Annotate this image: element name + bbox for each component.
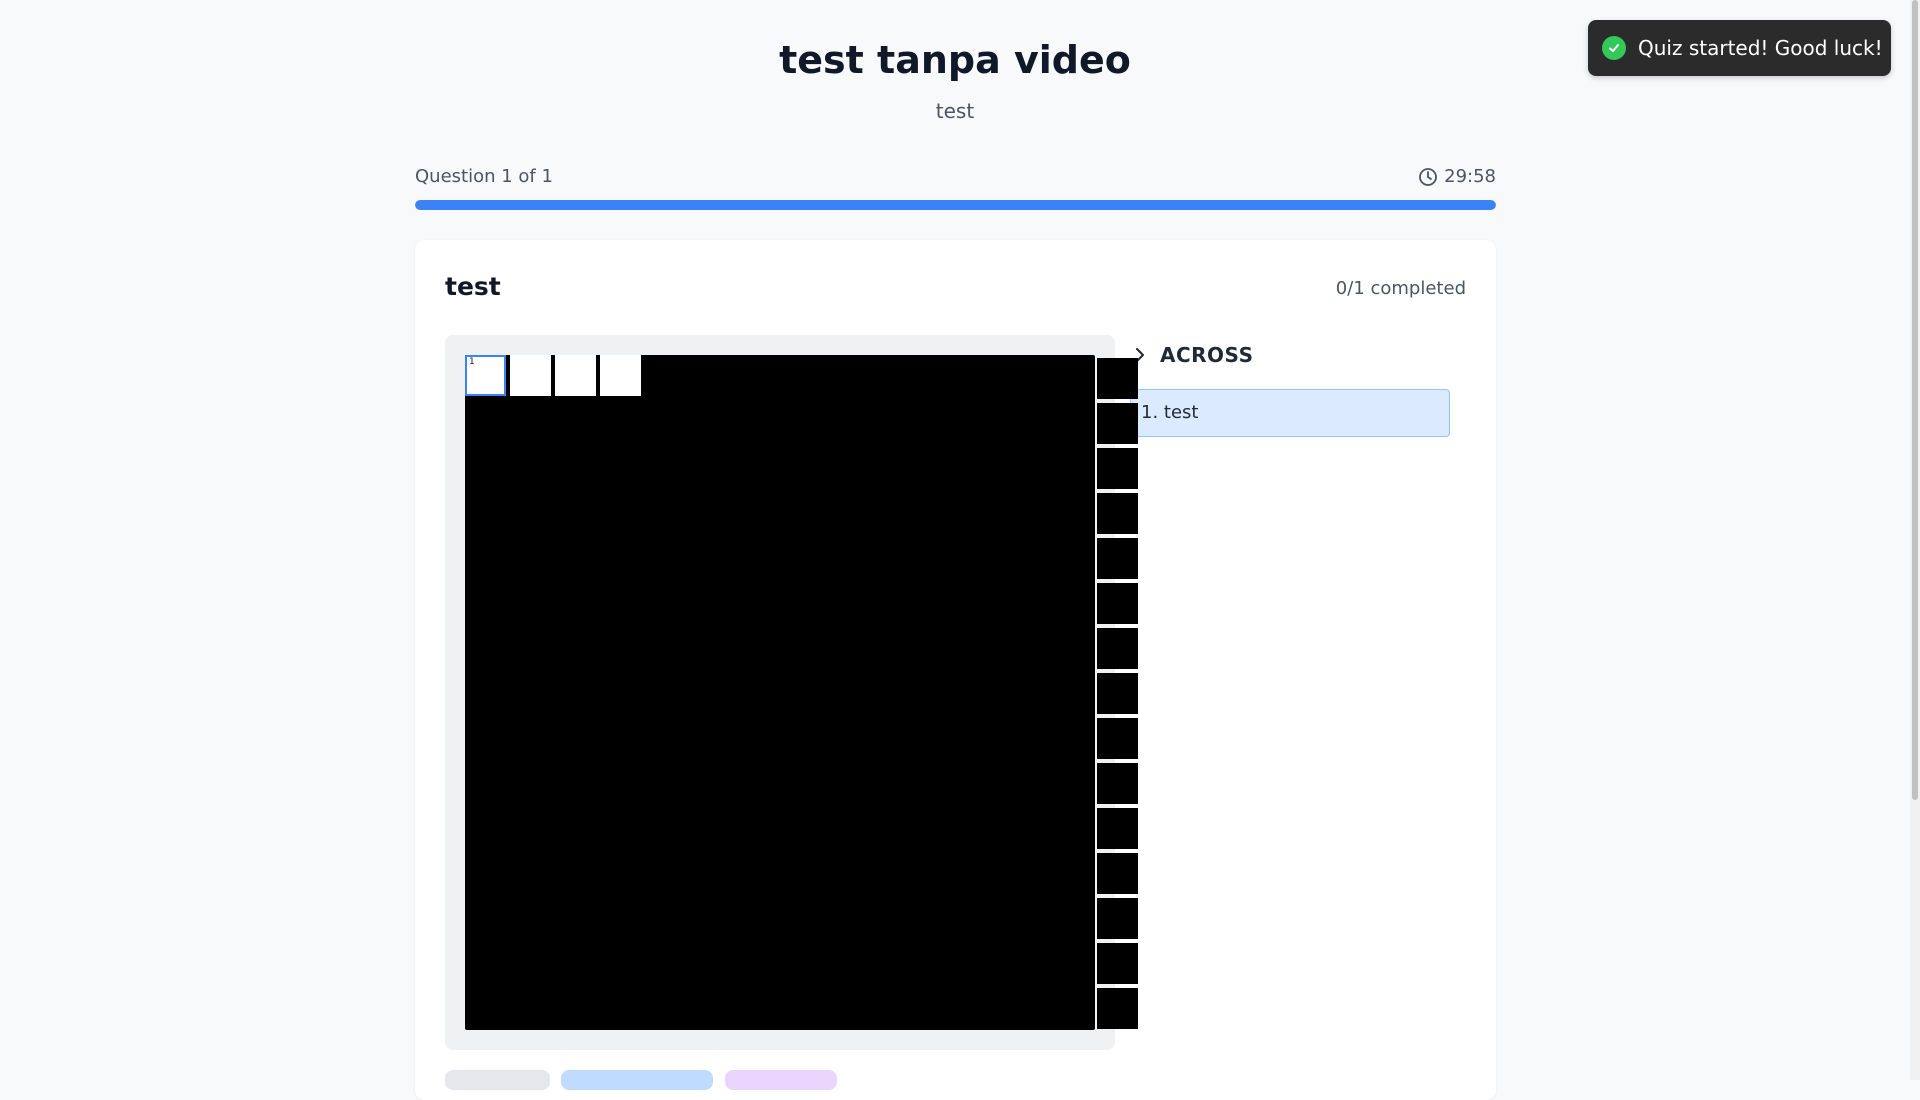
crossword-cell[interactable]: 1 [465,355,506,396]
clue-item[interactable]: 1. test [1130,389,1450,437]
crossword-block-cell [1097,673,1138,714]
crossword-block-cell [1097,583,1138,624]
scrollbar[interactable] [1910,0,1920,1080]
timer: 29:58 [1418,166,1496,187]
check-circle-icon [1602,36,1626,60]
progress-fill [415,200,1496,210]
crossword-panel: 1 [445,335,1115,1050]
crossword-cell[interactable] [600,355,641,396]
crossword-grid: 1 [465,355,1095,1030]
question-title: test [445,272,501,301]
crossword-block-cell [1097,493,1138,534]
crossword-cell[interactable] [555,355,596,396]
clock-icon [1419,167,1438,186]
crossword-cell[interactable] [510,355,551,396]
quiz-subtitle: test [935,99,975,123]
scrollbar-thumb[interactable] [1912,0,1918,800]
timer-value: 29:58 [1444,166,1496,187]
question-counter: Question 1 of 1 [415,166,553,187]
crossword-block-cell [1097,538,1138,579]
crossword-block-cell [1097,718,1138,759]
toast-message: Quiz started! Good luck! [1638,36,1883,60]
crossword-block-cell [1097,853,1138,894]
across-section-toggle[interactable]: ACROSS [1130,335,1466,375]
crossword-block-cell [1097,808,1138,849]
crossword-block-cell [1097,358,1138,399]
crossword-block-cell [1097,448,1138,489]
crossword-block-cell [1097,898,1138,939]
clues-panel: ACROSS 1. test [1130,335,1466,437]
progress-bar [415,200,1496,210]
toast-notification: Quiz started! Good luck! [1588,20,1891,76]
cell-number: 1 [469,357,475,367]
across-label: ACROSS [1160,343,1254,367]
bottom-button-2[interactable] [561,1070,713,1090]
crossword-block-cell [1097,943,1138,984]
question-card: test 0/1 completed 1 ACROSS 1. test [415,240,1496,1100]
bottom-button-1[interactable] [445,1070,550,1090]
bottom-button-3[interactable] [725,1070,837,1090]
crossword-block-cell [1097,763,1138,804]
completion-status: 0/1 completed [1335,278,1466,299]
progress-row: Question 1 of 1 29:58 [415,166,1496,192]
crossword-block-cell [1097,628,1138,669]
crossword-block-cell [1097,403,1138,444]
crossword-block-cell [1097,988,1138,1029]
